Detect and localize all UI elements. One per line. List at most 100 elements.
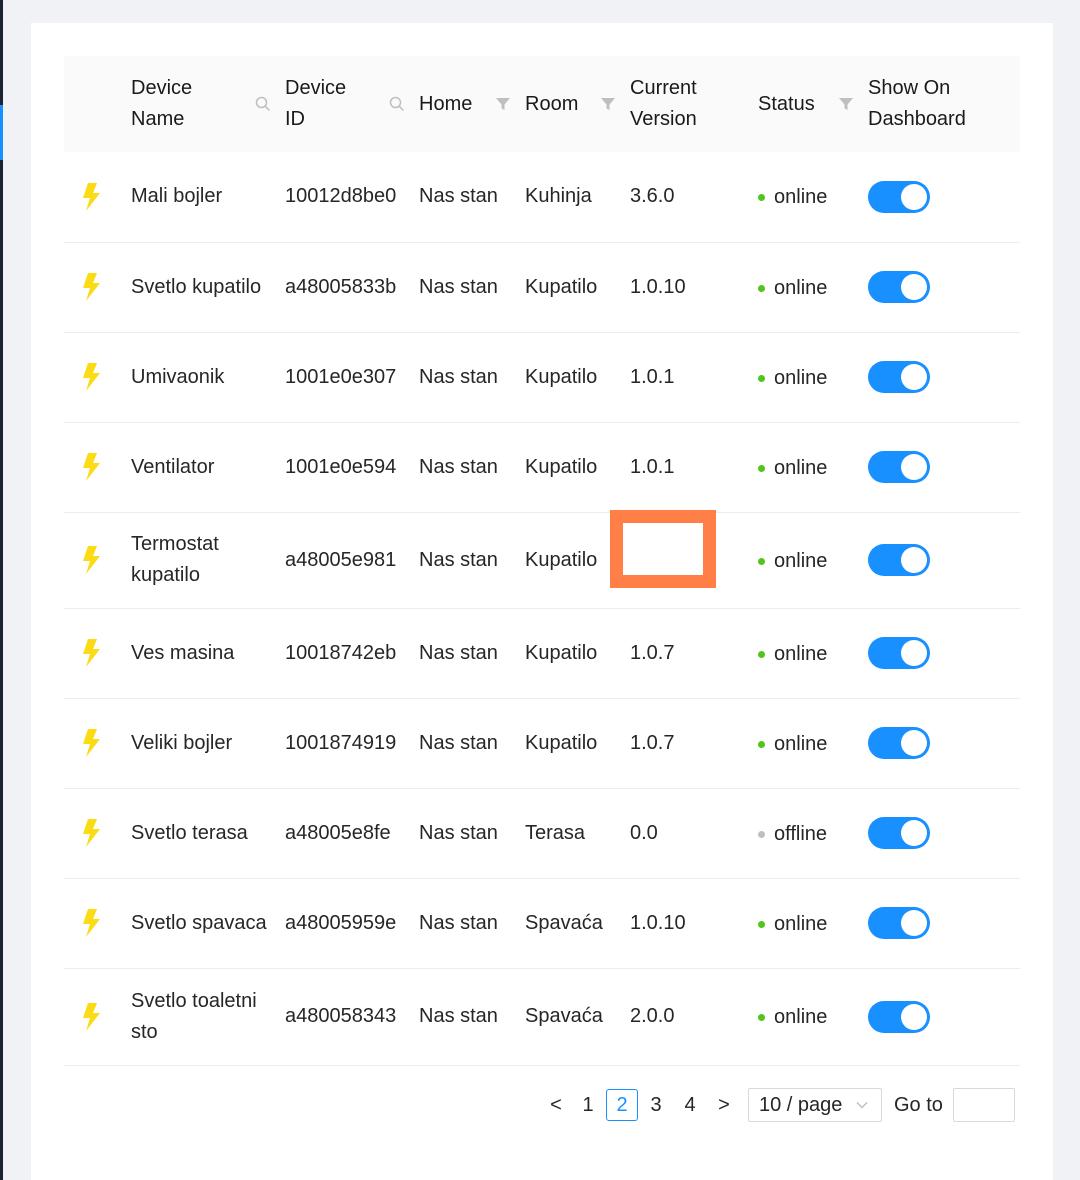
device-icon-cell — [64, 512, 131, 609]
show-on-dashboard-toggle[interactable] — [868, 451, 930, 483]
home-cell: Nas stan — [419, 332, 525, 423]
table-row: Svetlo spavaca a48005959e Nas stan Spavaća 1… — [64, 878, 1020, 969]
status-cell: online — [758, 332, 868, 423]
filter-icon[interactable] — [600, 96, 616, 112]
device-id: 1001e0e594 — [285, 455, 397, 478]
status-dot — [758, 374, 765, 382]
prev-page-button[interactable]: < — [540, 1089, 572, 1121]
header-room: Room — [525, 56, 630, 152]
page-4-button[interactable]: 4 — [674, 1089, 706, 1121]
device-name-cell: Umivaonik — [131, 332, 285, 423]
header-show-on-dashboard-label: Show On Dashboard — [868, 77, 966, 130]
status-badge: online — [758, 363, 827, 394]
dashboard-cell — [868, 152, 1020, 243]
status-text: online — [774, 549, 828, 572]
current-version: 3.6.0 — [630, 185, 675, 208]
device-id: a48005959e — [285, 911, 397, 934]
lightning-icon — [83, 1002, 100, 1031]
show-on-dashboard-toggle[interactable] — [868, 544, 930, 576]
device-name: Umivaonik — [131, 365, 225, 388]
home-cell: Nas stan — [419, 242, 525, 333]
status-dot — [758, 464, 765, 472]
status-text: online — [774, 642, 828, 665]
status-badge: offline — [758, 819, 827, 850]
status-badge: online — [758, 729, 827, 760]
sidebar-edge — [0, 0, 3, 1180]
header-room-label: Room — [525, 92, 579, 115]
search-icon[interactable] — [389, 96, 405, 112]
device-id: a48005833b — [285, 275, 397, 298]
device-name-cell: Svetlo spavaca — [131, 878, 285, 969]
dashboard-cell — [868, 968, 1020, 1066]
room-name: Kupatilo — [525, 548, 598, 571]
status-text: online — [774, 366, 828, 389]
current-version: 1.0.7 — [630, 641, 675, 664]
show-on-dashboard-toggle[interactable] — [868, 180, 930, 213]
status-cell: online — [758, 878, 868, 969]
device-name: Svetlo terasa — [131, 821, 248, 844]
table-row: Svetlo kupatilo a48005833b Nas stan Kupatil… — [64, 242, 1020, 333]
status-dot — [758, 1014, 765, 1021]
goto-label: Go to — [894, 1093, 943, 1116]
room-cell: Kupatilo — [525, 242, 630, 333]
table-row: Ventilator 1001e0e594 Nas stan Kupatilo 1.0.… — [64, 422, 1020, 513]
status-badge: online — [758, 546, 827, 577]
page-size-select[interactable]: 10 / page — [748, 1088, 882, 1122]
status-text: online — [774, 456, 828, 479]
show-on-dashboard-toggle[interactable] — [868, 271, 930, 303]
device-name-cell: Ves masina — [131, 608, 285, 699]
version-cell: 2.0.0 — [630, 968, 758, 1066]
search-icon[interactable] — [255, 96, 271, 112]
device-id: a48005e8fe — [285, 821, 391, 844]
device-icon-cell — [64, 698, 131, 789]
device-id: a48005e981 — [285, 548, 397, 571]
room-cell: Kuhinja — [525, 152, 630, 243]
page-2-button[interactable]: 2 — [606, 1089, 638, 1121]
show-on-dashboard-toggle[interactable] — [868, 727, 930, 759]
show-on-dashboard-toggle[interactable] — [868, 637, 930, 669]
show-on-dashboard-toggle[interactable] — [868, 907, 930, 939]
table-row: Svetlo toaletni sto a480058343 Nas stan Spa… — [64, 968, 1020, 1066]
device-name-cell: Ventilator — [131, 422, 285, 513]
show-on-dashboard-toggle[interactable] — [868, 817, 930, 849]
page-1-button[interactable]: 1 — [572, 1089, 604, 1121]
device-icon-cell — [64, 242, 131, 333]
show-on-dashboard-toggle[interactable] — [868, 1000, 930, 1033]
version-cell: 1.0.7 — [630, 698, 758, 789]
show-on-dashboard-toggle[interactable] — [868, 361, 930, 393]
device-icon-cell — [64, 152, 131, 243]
header-device-id-label: Device ID — [285, 77, 347, 130]
lightning-icon — [83, 909, 100, 938]
header-show-on-dashboard: Show On Dashboard — [868, 56, 1020, 152]
home-cell: Nas stan — [419, 968, 525, 1066]
next-page-button[interactable]: > — [708, 1089, 740, 1121]
page-3-button[interactable]: 3 — [640, 1089, 672, 1121]
device-icon-cell — [64, 332, 131, 423]
room-name: Kupatilo — [525, 365, 598, 388]
home-name: Nas stan — [419, 275, 498, 298]
filter-icon[interactable] — [495, 96, 511, 112]
device-name-cell: Veliki bojler — [131, 698, 285, 789]
home-name: Nas stan — [419, 365, 498, 388]
header-device-id: Device ID — [285, 56, 419, 152]
device-id: 10012d8be0 — [285, 185, 397, 208]
page-size-value: 10 / page — [759, 1093, 843, 1116]
header-device-name: Device Name — [131, 56, 285, 152]
table-row: Svetlo terasa a48005e8fe Nas stan Terasa 0.0… — [64, 788, 1020, 879]
home-name: Nas stan — [419, 821, 498, 844]
home-cell: Nas stan — [419, 608, 525, 699]
table-row: Termostat kupatilo a48005e981 Nas stan Kupa… — [64, 512, 1020, 609]
home-cell: Nas stan — [419, 152, 525, 243]
filter-icon[interactable] — [838, 96, 854, 112]
sidebar-active-indicator — [0, 105, 3, 160]
version-cell: 1.0.7 — [630, 608, 758, 699]
device-id-cell: a48005e981 — [285, 512, 419, 609]
devices-table: Device Name Device ID Home Room Current … — [64, 56, 1020, 1066]
status-dot — [758, 194, 765, 202]
device-name: Termostat kupatilo — [131, 533, 219, 586]
status-dot — [758, 284, 765, 292]
lightning-icon — [83, 453, 100, 482]
device-icon-cell — [64, 788, 131, 879]
status-badge: online — [758, 453, 827, 484]
goto-page-input[interactable] — [952, 1088, 1015, 1122]
